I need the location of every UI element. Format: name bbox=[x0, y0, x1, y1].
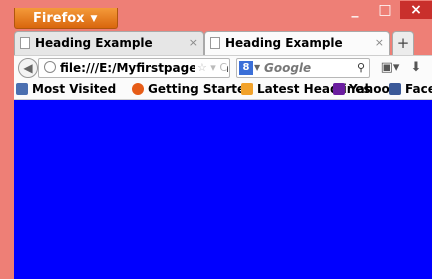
page-content bbox=[14, 100, 432, 279]
most-visited-icon bbox=[16, 83, 28, 95]
firefox-menu-button[interactable]: Firefox ▼ bbox=[14, 8, 118, 29]
bookmark-label: Yahoo bbox=[349, 82, 390, 96]
title-bar: Firefox ▼ _ □ × bbox=[0, 0, 432, 29]
tab-title: Heading Example bbox=[35, 36, 153, 50]
search-placeholder: Google bbox=[264, 61, 312, 75]
rss-icon bbox=[241, 83, 253, 95]
tab-close-icon[interactable]: × bbox=[375, 32, 384, 54]
tab-title: Heading Example bbox=[225, 36, 343, 50]
yahoo-icon bbox=[333, 83, 345, 95]
chevron-down-icon: ▼ bbox=[90, 14, 98, 24]
back-button[interactable]: ◀ bbox=[18, 58, 38, 78]
firefox-icon bbox=[132, 83, 144, 95]
bookmark-yahoo[interactable]: Yahoo bbox=[333, 80, 390, 99]
minimize-button[interactable]: _ bbox=[342, 1, 368, 19]
bookmark-label: Most Visited bbox=[32, 82, 117, 96]
new-tab-button[interactable]: + bbox=[392, 31, 414, 55]
globe-icon bbox=[44, 61, 56, 73]
tab-heading-example-2[interactable]: Heading Example × bbox=[204, 31, 390, 55]
firefox-button-label: Firefox bbox=[33, 11, 85, 26]
facebook-icon bbox=[389, 83, 401, 95]
bookmark-label: Getting Started bbox=[148, 82, 254, 96]
bookmark-most-visited[interactable]: Most Visited bbox=[16, 80, 116, 99]
bookmark-star-reload-icons[interactable]: ☆ ▾ C bbox=[194, 59, 227, 77]
bookmark-facebook[interactable]: Facebook bbox=[389, 80, 432, 99]
page-icon bbox=[20, 37, 30, 49]
close-window-button[interactable]: × bbox=[400, 1, 432, 19]
tab-heading-example-1[interactable]: Heading Example × bbox=[14, 31, 204, 55]
magnifier-icon[interactable]: ⚲ bbox=[357, 59, 365, 77]
search-box[interactable]: 8 ▼ Google ⚲ bbox=[236, 58, 370, 78]
tab-strip: Heading Example × Heading Example × + bbox=[0, 29, 432, 55]
home-icon[interactable]: ⌂ bbox=[428, 58, 432, 78]
bookmark-label: Facebook bbox=[405, 82, 432, 96]
bookmarks-toolbar: Most Visited Getting Started Latest Head… bbox=[14, 80, 432, 100]
url-bar[interactable]: file:///E:/Myfirstpage.html ☆ ▾ C bbox=[38, 58, 230, 78]
page-icon bbox=[210, 37, 220, 49]
bookmarks-menu-icon[interactable]: ▣▾ bbox=[376, 58, 404, 78]
bookmark-getting-started[interactable]: Getting Started bbox=[132, 80, 254, 99]
tab-close-icon[interactable]: × bbox=[189, 32, 198, 54]
navigation-bar: ◀ file:///E:/Myfirstpage.html ☆ ▾ C 8 ▼ … bbox=[14, 55, 432, 81]
chevron-down-icon[interactable]: ▼ bbox=[254, 59, 260, 77]
maximize-button[interactable]: □ bbox=[372, 1, 398, 19]
search-engine-icon[interactable]: 8 bbox=[239, 61, 253, 75]
download-icon[interactable]: ⬇ bbox=[406, 58, 426, 78]
